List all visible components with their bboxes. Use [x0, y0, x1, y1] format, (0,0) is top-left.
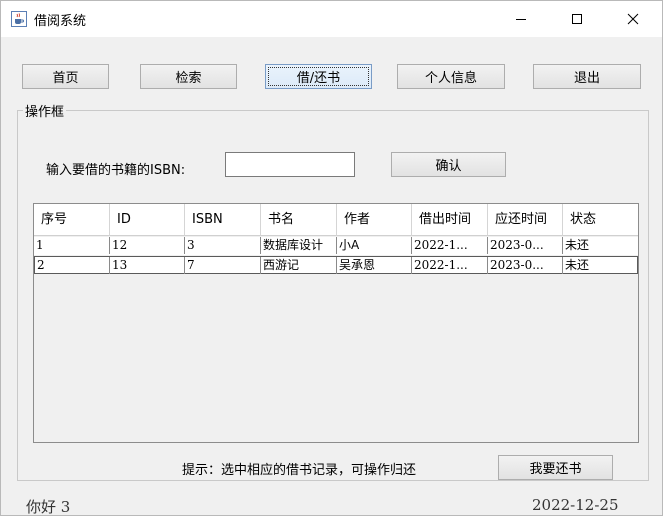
table-row[interactable]: 2 13 7 西游记 吴承恩 2022-1... 2023-0... 未还 [34, 256, 638, 274]
borrow-records-table[interactable]: 序号 ID ISBN 书名 作者 借出时间 应还时间 状态 1 12 3 数据库… [33, 203, 639, 443]
return-book-button[interactable]: 我要还书 [498, 455, 613, 480]
search-button[interactable]: 检索 [140, 64, 237, 89]
title-bar: 借阅系统 [1, 1, 662, 37]
groupbox-title: 操作框 [23, 101, 67, 120]
maximize-button[interactable] [554, 1, 600, 37]
table-cell: 2023-0... [488, 237, 563, 254]
column-header[interactable]: 借出时间 [412, 204, 488, 236]
home-button[interactable]: 首页 [22, 64, 109, 89]
java-cup-icon [11, 11, 27, 27]
column-header[interactable]: ISBN [185, 204, 261, 236]
table-header: 序号 ID ISBN 书名 作者 借出时间 应还时间 状态 [34, 204, 638, 236]
minimize-icon [516, 19, 526, 20]
isbn-input[interactable] [225, 152, 355, 177]
column-header[interactable]: 作者 [337, 204, 412, 236]
table-cell: 13 [110, 257, 185, 274]
maximize-icon [572, 14, 582, 24]
user-greeting: 你好 3 [26, 498, 71, 516]
table-cell: 吴承恩 [337, 257, 412, 274]
table-cell: 未还 [565, 238, 590, 252]
table-cell: 2023-0... [488, 257, 563, 274]
table-cell: 7 [185, 257, 261, 274]
profile-button[interactable]: 个人信息 [397, 64, 505, 89]
table-row[interactable]: 1 12 3 数据库设计 小A 2022-1... 2023-0... 未还 [34, 237, 638, 255]
minimize-button[interactable] [498, 1, 544, 37]
table-cell: 未还 [565, 258, 590, 272]
isbn-label: 输入要借的书籍的ISBN: [46, 163, 186, 178]
table-cell: 12 [110, 237, 185, 254]
window-title: 借阅系统 [34, 14, 87, 29]
table-cell: 2022-1... [412, 237, 488, 254]
current-date: 2022-12-25 [532, 496, 619, 514]
table-cell: 1 [34, 237, 110, 254]
close-button[interactable] [610, 1, 656, 37]
table-cell: 小A [337, 237, 412, 254]
column-header[interactable]: 状态 [563, 204, 638, 236]
column-header[interactable]: 书名 [261, 204, 337, 236]
table-cell: 2022-1... [412, 257, 488, 274]
table-cell: 3 [185, 237, 261, 254]
close-icon [627, 13, 639, 25]
table-cell: 2 [35, 257, 110, 274]
confirm-button[interactable]: 确认 [391, 152, 506, 177]
column-header[interactable]: 应还时间 [488, 204, 563, 236]
borrow-return-button[interactable]: 借/还书 [265, 64, 372, 89]
logout-button[interactable]: 退出 [533, 64, 641, 89]
focus-indicator [268, 67, 369, 86]
table-cell: 西游记 [261, 257, 337, 274]
app-window: 借阅系统 首页 检索 借/还书 个人信息 退出 操作框 输入要借的书籍的ISBN… [0, 0, 663, 516]
column-header[interactable]: 序号 [34, 204, 110, 236]
column-header[interactable]: ID [110, 204, 185, 236]
hint-text: 提示：选中相应的借书记录，可操作归还 [182, 463, 417, 478]
table-cell: 数据库设计 [261, 237, 337, 254]
